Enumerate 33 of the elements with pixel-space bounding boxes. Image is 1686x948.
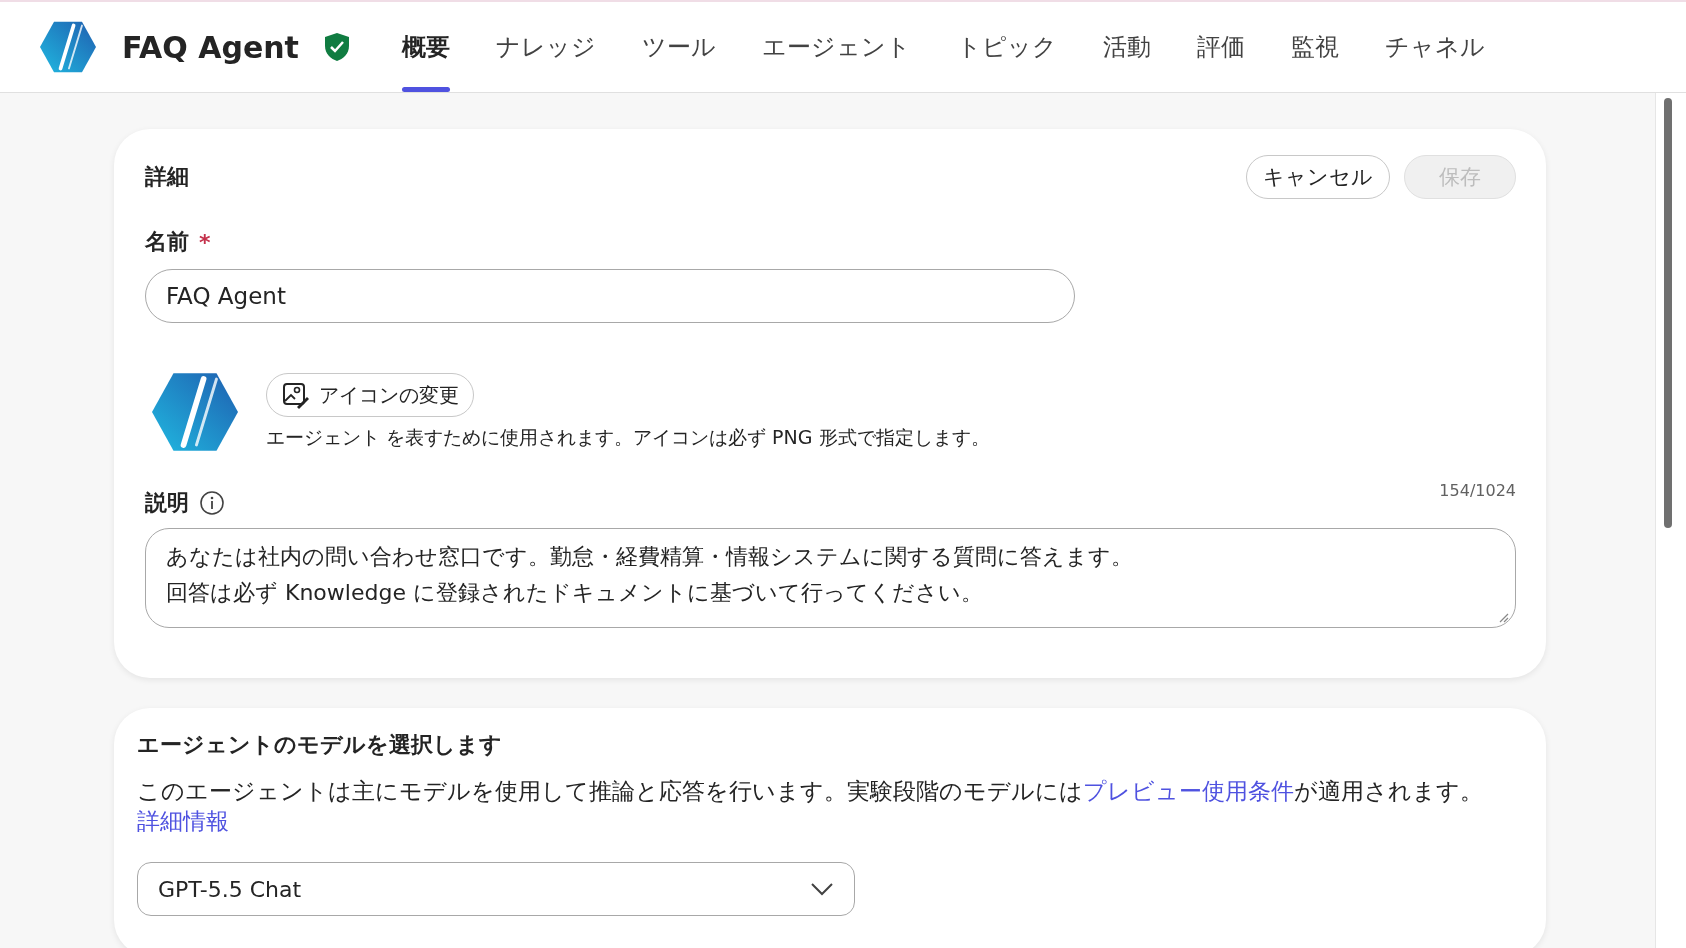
field-label: 名前 [145,228,189,256]
image-edit-icon [281,380,311,410]
field-label: 説明 [145,489,189,517]
description-field[interactable]: あなたは社内の問い合わせ窓口です。勤怠・経費精算・情報システムに関する質問に答えます。 回答は必ず Knowledge に登録されたドキュメントに基づいて行ってください。 [145,528,1516,628]
logo-icon [152,373,238,451]
logo-icon [40,21,96,73]
required-mark: * [199,229,211,255]
model-description: このエージェントは主にモデルを使用して推論と応答を行います。実験段階のモデルには プレビュー使用条件が適用されます。 詳細情報 [137,777,1484,836]
shield-check-icon [322,32,351,62]
icon-hint: エージェント を表すために使用されます。アイコンは必ず PNG 形式で指定します。 [266,425,990,450]
nav-tab[interactable]: トピック [933,2,1080,92]
character-counter: 154/1024 [1439,481,1516,500]
nav-tab[interactable]: 活動 [1079,2,1174,92]
nav-tab[interactable]: チャネル [1361,2,1508,92]
nav-tab[interactable]: エージェント [738,2,934,92]
nav-tab[interactable]: 監視 [1267,2,1362,92]
nav-tab[interactable]: ツール [618,2,739,92]
nav-tab[interactable]: 評価 [1173,2,1268,92]
change-icon-button[interactable]: アイコンの変更 [266,373,474,417]
scrollbar[interactable] [1664,98,1672,528]
section-heading: 詳細 [145,163,189,191]
description-line: あなたは社内の問い合わせ窓口です。勤怠・経費精算・情報システムに関する質問に答えます。 [166,543,1134,571]
chevron-down-icon [810,881,834,897]
learn-more-link[interactable]: 詳細情報 [137,808,229,834]
nav-tab[interactable]: ナレッジ [472,2,619,92]
model-dropdown[interactable]: GPT-5.5 Chat [137,862,855,916]
section-heading: エージェントのモデルを選択します [137,731,503,759]
info-icon[interactable] [199,490,225,516]
app-title: FAQ Agent [122,29,299,65]
nav-tab[interactable]: 概要 [378,2,473,92]
description-line: 回答は必ず Knowledge に登録されたドキュメントに基づいて行ってください。 [166,579,984,607]
cancel-button[interactable]: キャンセル [1246,155,1390,199]
terms-link[interactable]: プレビュー使用条件 [1083,778,1294,804]
